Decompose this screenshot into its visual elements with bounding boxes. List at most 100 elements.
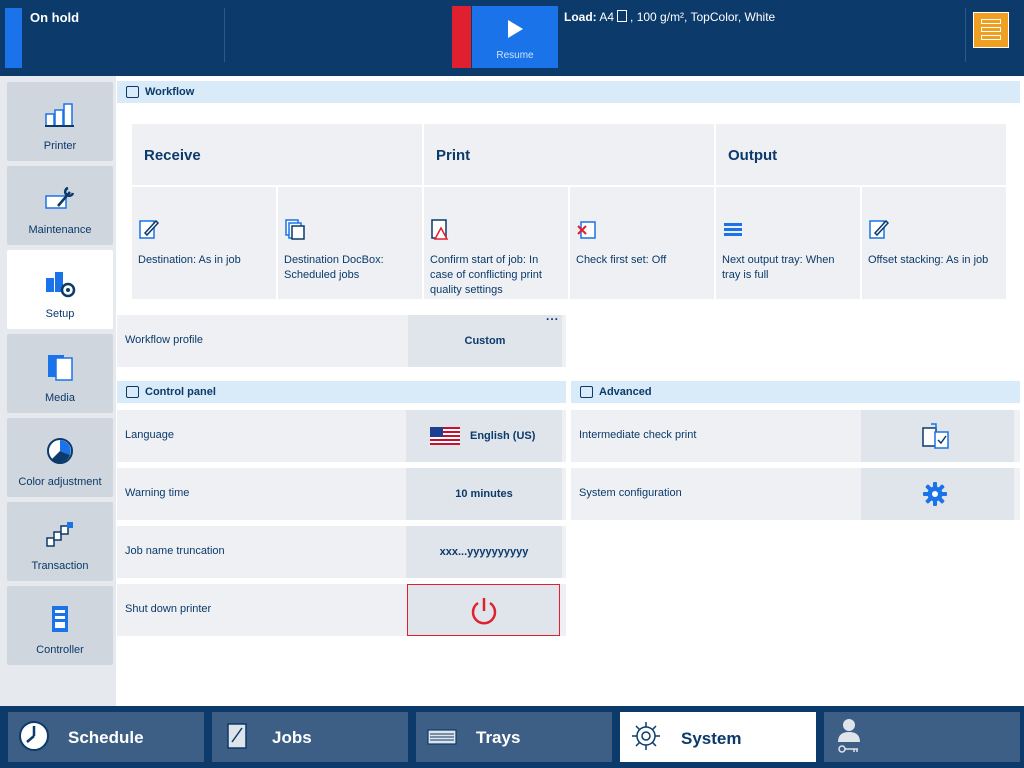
section-title: Workflow	[145, 86, 195, 98]
workflow-profile-row: Workflow profile Custom	[117, 315, 566, 367]
jobs-icon	[227, 723, 247, 749]
nav-user-login[interactable]	[824, 712, 1020, 762]
workflow-column-print: Print	[424, 124, 714, 185]
workflow-tile-destination[interactable]: Destination: As in job	[132, 187, 276, 299]
advanced-section-header: Advanced	[571, 381, 1020, 403]
printer-status: On hold	[30, 10, 80, 25]
tile-label: Offset stacking: As in job	[868, 254, 989, 266]
sidebar-item-label: Transaction	[31, 560, 89, 572]
check-off-icon	[577, 221, 596, 239]
workflow-column-receive: Receive	[132, 124, 422, 185]
section-title: Advanced	[599, 386, 652, 398]
color-wheel-icon	[47, 438, 73, 464]
job-name-truncation-value[interactable]: xxx...yyyyyyyyyy	[406, 526, 562, 578]
system-configuration-row: System configuration	[571, 468, 1020, 520]
sidebar-item-label: Controller	[36, 644, 84, 656]
sidebar-item-label: Color adjustment	[18, 476, 102, 488]
edit-document-icon	[869, 219, 889, 239]
sidebar-item-setup[interactable]: Setup	[7, 250, 113, 329]
clock-icon	[19, 721, 49, 751]
docbox-icon	[285, 219, 305, 240]
row-label: Warning time	[125, 487, 190, 499]
gear-icon	[923, 482, 947, 506]
gear-icon	[632, 722, 660, 750]
shut-down-row: Shut down printer	[117, 584, 566, 636]
sidebar-item-transaction[interactable]: Transaction	[7, 502, 113, 581]
resume-button[interactable]: Resume	[472, 6, 558, 68]
more-options-icon[interactable]: ...	[546, 309, 559, 323]
workflow-tile-next-output-tray[interactable]: Next output tray: When tray is full	[716, 187, 860, 299]
media-icon	[48, 355, 73, 381]
wrench-icon	[45, 186, 75, 209]
row-label: Workflow profile	[125, 334, 204, 346]
shut-down-button[interactable]	[407, 584, 560, 636]
nav-label: Trays	[476, 728, 521, 747]
control-panel-section-header: Control panel	[117, 381, 566, 403]
workflow-tile-confirm-start[interactable]: Confirm start of job: In case of conflic…	[424, 187, 568, 299]
load-info: Load: A4 , 100 g/m², TopColor, White	[564, 10, 775, 24]
divider	[224, 8, 225, 62]
tile-label: Destination DocBox: Scheduled jobs	[284, 254, 384, 281]
load-size: A4	[599, 10, 615, 24]
user-key-icon	[838, 719, 860, 753]
status-indicator	[5, 8, 22, 68]
workflow-column-output: Output	[716, 124, 1006, 185]
sidebar-item-label: Media	[45, 392, 75, 404]
error-indicator	[452, 6, 471, 68]
row-label: System configuration	[579, 487, 682, 499]
sidebar-item-color-adjustment[interactable]: Color adjustment	[7, 418, 113, 497]
sidebar-item-label: Setup	[45, 308, 75, 320]
job-name-truncation-row: Job name truncation xxx...yyyyyyyyyy	[117, 526, 566, 578]
nav-system[interactable]: System	[620, 712, 816, 762]
transaction-icon	[46, 522, 73, 547]
tile-label: Next output tray: When tray is full	[722, 254, 835, 281]
nav-schedule[interactable]: Schedule	[8, 712, 204, 762]
top-status-bar: On hold Resume Load: A4 , 100 g/m², TopCo…	[0, 0, 1024, 76]
job-queue-button[interactable]	[973, 12, 1009, 48]
intermediate-check-print-button[interactable]	[861, 410, 1014, 462]
bottom-navigation: Schedule Jobs Trays System	[0, 706, 1024, 768]
section-title: Control panel	[145, 386, 216, 398]
language-value-button[interactable]: English (US)	[406, 410, 562, 462]
warning-time-value[interactable]: 10 minutes	[406, 468, 562, 520]
row-label: Language	[125, 429, 174, 441]
sidebar-item-maintenance[interactable]: Maintenance	[7, 166, 113, 245]
settings-section-icon	[126, 386, 139, 398]
workflow-tile-offset-stacking[interactable]: Offset stacking: As in job	[862, 187, 1006, 299]
nav-trays[interactable]: Trays	[416, 712, 612, 762]
sidebar-item-controller[interactable]: Controller	[7, 586, 113, 665]
queue-icon	[981, 19, 1001, 24]
main-panel: Printer Maintenance Setup Media Color ad…	[0, 76, 1024, 706]
workflow-section-header: Workflow	[117, 81, 1020, 103]
row-label: Shut down printer	[125, 603, 212, 615]
nav-label: Schedule	[68, 728, 144, 747]
divider	[965, 8, 966, 62]
trays-icon	[427, 729, 457, 745]
setup-gear-icon	[46, 272, 76, 298]
nav-label: Jobs	[272, 728, 312, 747]
tile-label: Destination: As in job	[138, 254, 241, 266]
resume-label: Resume	[496, 50, 534, 61]
load-key: Load:	[564, 10, 597, 24]
settings-section-icon	[580, 386, 593, 398]
workflow-profile-value[interactable]: Custom	[408, 315, 562, 367]
check-print-icon	[922, 423, 949, 449]
workflow-tile-docbox[interactable]: Destination DocBox: Scheduled jobs	[278, 187, 422, 299]
us-flag-icon	[430, 427, 460, 445]
tile-label: Check first set: Off	[576, 254, 667, 266]
queue-icon-bar	[981, 27, 1001, 32]
nav-jobs[interactable]: Jobs	[212, 712, 408, 762]
sidebar-item-label: Printer	[43, 140, 77, 152]
sidebar-item-media[interactable]: Media	[7, 334, 113, 413]
system-configuration-button[interactable]	[861, 468, 1014, 520]
sidebar-item-printer[interactable]: Printer	[7, 82, 113, 161]
nav-label: System	[681, 729, 742, 748]
printer-icon	[45, 103, 74, 127]
warning-time-row: Warning time 10 minutes	[117, 468, 566, 520]
settings-section-icon	[126, 86, 139, 98]
warning-document-icon	[431, 219, 449, 240]
workflow-tile-check-first-set[interactable]: Check first set: Off	[570, 187, 714, 299]
queue-icon-bar	[981, 35, 1001, 40]
controller-icon	[52, 606, 68, 632]
sidebar-item-label: Maintenance	[28, 224, 92, 236]
